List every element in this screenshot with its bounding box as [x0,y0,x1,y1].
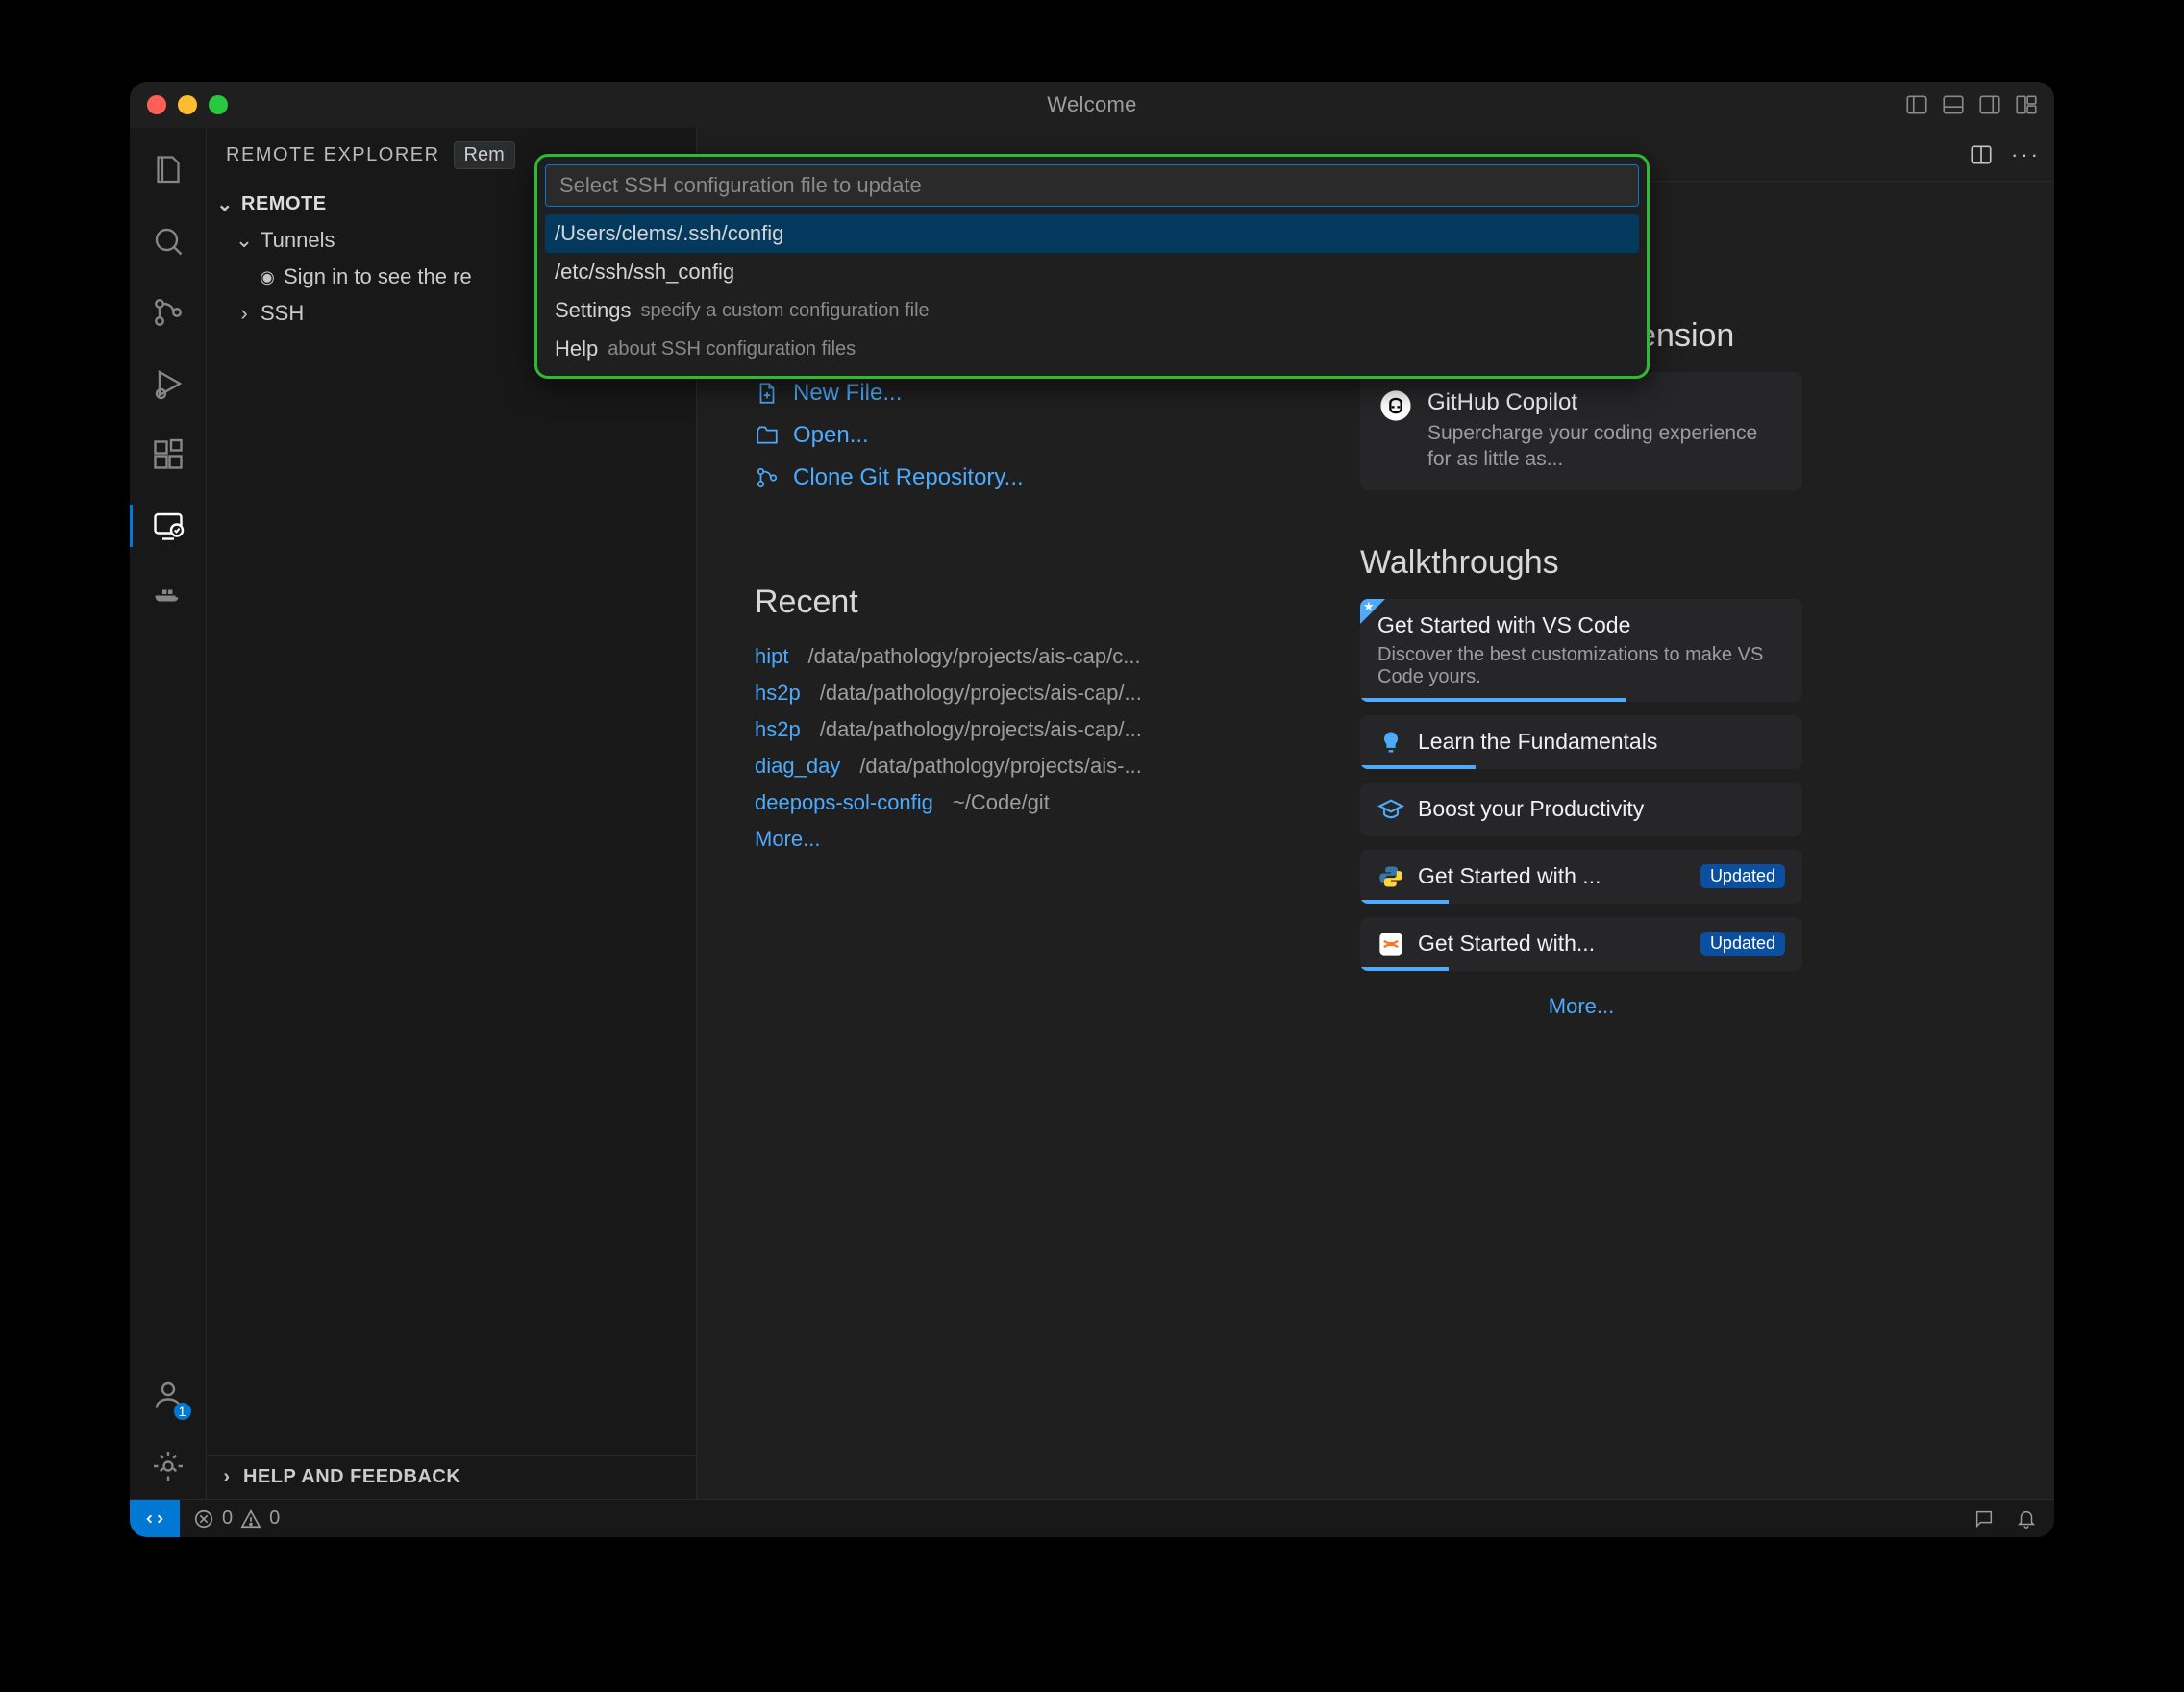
more-actions-icon[interactable]: ··· [2011,142,2041,167]
github-copilot-card[interactable]: GitHub Copilot Supercharge your coding e… [1360,372,1802,490]
split-editor-icon[interactable] [1969,142,1994,167]
error-count[interactable]: 0 [222,1507,233,1530]
quickpick-item[interactable]: /Users/clems/.ssh/config [545,214,1639,253]
remote-explorer-icon[interactable] [130,493,207,559]
remote-indicator[interactable] [130,1500,180,1537]
mortarboard-icon [1377,796,1404,823]
quickpick-item[interactable]: Helpabout SSH configuration files [545,330,1639,368]
quickpick-item[interactable]: Settingsspecify a custom configuration f… [545,291,1639,330]
warning-icon[interactable] [240,1508,261,1530]
window-title: Welcome [1047,92,1136,117]
recent-heading: Recent [755,584,1293,621]
remote-explorer-dropdown[interactable]: Rem [454,141,515,169]
chevron-down-icon: ⌄ [214,193,236,214]
panel-right-icon[interactable] [1977,92,2002,117]
error-icon[interactable] [193,1508,214,1530]
titlebar: Welcome [130,82,2054,128]
recent-item[interactable]: hs2p/data/pathology/projects/ais-cap/... [755,675,1293,711]
updated-badge: Updated [1700,864,1785,888]
search-icon[interactable] [130,209,207,274]
panel-bottom-icon[interactable] [1941,92,1966,117]
vscode-window: Welcome 1 REMOTE EXPLORER Rem [130,82,2054,1537]
explorer-icon[interactable] [130,137,207,203]
walkthrough-python[interactable]: Get Started with ... Updated [1360,850,1802,904]
walkthrough-jupyter[interactable]: Get Started with... Updated [1360,917,1802,971]
recent-item[interactable]: diag_day/data/pathology/projects/ais-... [755,748,1293,784]
layout-controls [1904,92,2054,117]
copilot-icon [1379,389,1412,422]
star-badge-icon [1360,599,1385,624]
customize-layout-icon[interactable] [2014,92,2039,117]
activity-bar: 1 [130,128,207,1499]
settings-gear-icon[interactable] [130,1433,207,1499]
chevron-right-icon: › [216,1467,237,1488]
panel-left-icon[interactable] [1904,92,1929,117]
walkthrough-productivity[interactable]: Boost your Productivity [1360,783,1802,836]
welcome-page: Editing evolved Start New File... Open..… [697,182,2054,1499]
accounts-icon[interactable]: 1 [130,1362,207,1428]
run-debug-icon[interactable] [130,351,207,416]
minimize-window-button[interactable] [178,95,197,114]
chevron-down-icon: ⌄ [234,230,255,251]
bell-icon[interactable] [2016,1508,2037,1530]
walkthrough-fundamentals[interactable]: Learn the Fundamentals [1360,715,1802,769]
feedback-icon[interactable] [1973,1508,1995,1530]
maximize-window-button[interactable] [209,95,228,114]
close-window-button[interactable] [147,95,166,114]
recent-more-link[interactable]: More... [755,827,820,852]
quickpick-item[interactable]: /etc/ssh/ssh_config [545,253,1639,291]
card-description: Supercharge your coding experience for a… [1427,420,1783,473]
traffic-lights [147,95,228,114]
lightbulb-icon [1377,729,1404,756]
clone-repo-link[interactable]: Clone Git Repository... [755,457,1293,499]
docker-icon[interactable] [130,564,207,630]
ssh-config-quickpick: /Users/clems/.ssh/config /etc/ssh/ssh_co… [534,154,1650,379]
source-control-icon[interactable] [130,280,207,345]
sidebar-title: REMOTE EXPLORER [226,144,440,166]
help-feedback-section[interactable]: › HELP AND FEEDBACK [207,1455,696,1499]
extensions-icon[interactable] [130,422,207,487]
walkthrough-get-started[interactable]: Get Started with VS Code Discover the be… [1360,599,1802,702]
jupyter-icon [1377,931,1404,958]
card-title: GitHub Copilot [1427,389,1783,416]
accounts-badge: 1 [174,1403,191,1420]
python-icon [1377,863,1404,890]
warning-count[interactable]: 0 [269,1507,280,1530]
github-icon: ◉ [257,266,278,287]
recent-item[interactable]: deepops-sol-config~/Code/git [755,784,1293,821]
open-link[interactable]: Open... [755,414,1293,457]
recent-item[interactable]: hs2p/data/pathology/projects/ais-cap/... [755,711,1293,748]
updated-badge: Updated [1700,932,1785,956]
quickpick-input[interactable] [545,164,1639,207]
recent-item[interactable]: hipt/data/pathology/projects/ais-cap/c..… [755,638,1293,675]
status-bar: 0 0 [130,1499,2054,1537]
walkthroughs-more-link[interactable]: More... [1549,994,1614,1019]
chevron-right-icon: › [234,303,255,324]
walkthroughs-heading: Walkthroughs [1360,544,1802,582]
